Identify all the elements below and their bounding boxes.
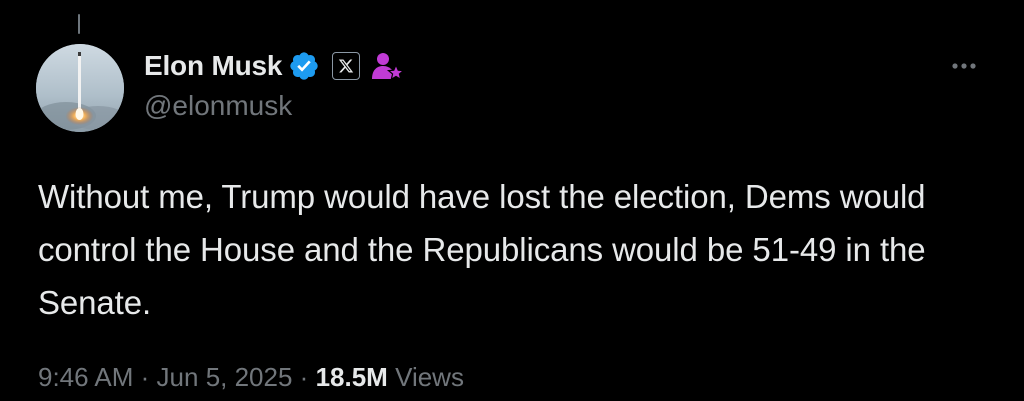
meta-separator: · — [140, 362, 150, 392]
views-label: Views — [395, 362, 464, 392]
x-logo-icon[interactable] — [332, 52, 361, 80]
government-person-icon[interactable] — [370, 49, 406, 83]
rocket-launch-avatar-image — [36, 44, 124, 132]
tweet-author-header: Elon Musk — [144, 46, 406, 86]
avatar[interactable] — [36, 44, 124, 132]
tweet-metadata: 9:46 AM · Jun 5, 2025 · 18.5M Views — [38, 362, 464, 393]
more-options-button[interactable] — [942, 52, 986, 80]
author-display-name[interactable]: Elon Musk — [144, 50, 282, 82]
more-dots-icon — [952, 63, 976, 69]
author-handle[interactable]: @elonmusk — [144, 90, 292, 122]
verified-badge-icon[interactable] — [288, 50, 320, 82]
meta-separator: · — [299, 362, 309, 392]
thread-connector-line — [78, 14, 80, 34]
tweet-time[interactable]: 9:46 AM — [38, 362, 133, 392]
views-count[interactable]: 18.5M — [316, 362, 388, 392]
tweet-date[interactable]: Jun 5, 2025 — [157, 362, 293, 392]
tweet-text: Without me, Trump would have lost the el… — [38, 178, 926, 321]
